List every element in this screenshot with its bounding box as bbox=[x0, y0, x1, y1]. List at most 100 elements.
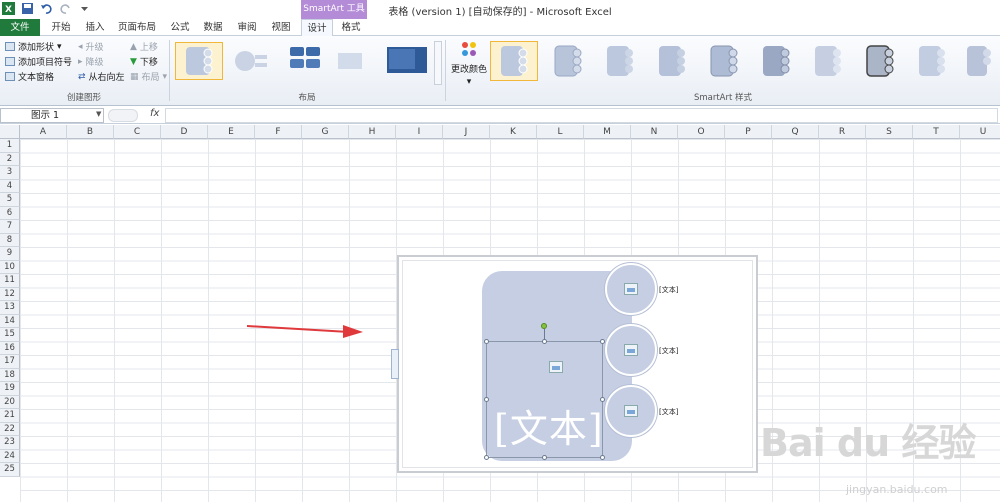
row-header[interactable]: 6 bbox=[0, 206, 20, 220]
column-header[interactable]: A bbox=[20, 125, 67, 139]
row-header[interactable]: 11 bbox=[0, 274, 20, 288]
row-header[interactable]: 14 bbox=[0, 314, 20, 328]
select-all-corner[interactable] bbox=[0, 125, 20, 139]
column-header[interactable]: S bbox=[866, 125, 913, 139]
row-header[interactable]: 3 bbox=[0, 166, 20, 180]
row-header[interactable]: 13 bbox=[0, 301, 20, 315]
layout-option-4[interactable] bbox=[331, 42, 379, 80]
row-header[interactable]: 12 bbox=[0, 287, 20, 301]
row-header[interactable]: 7 bbox=[0, 220, 20, 234]
formula-cancel-enter-controls[interactable] bbox=[108, 109, 138, 122]
tab-home[interactable]: 开始 bbox=[46, 19, 76, 36]
picture-placeholder-icon[interactable] bbox=[549, 361, 563, 373]
layout-option-5[interactable] bbox=[383, 42, 431, 80]
tab-review[interactable]: 审阅 bbox=[232, 19, 262, 36]
tab-page-layout[interactable]: 页面布局 bbox=[114, 19, 160, 36]
tab-formulas[interactable]: 公式 bbox=[165, 19, 195, 36]
layout-dropdown-button[interactable]: ▦ 布局 ▾ bbox=[130, 70, 167, 84]
column-header[interactable]: R bbox=[819, 125, 866, 139]
promote-button[interactable]: ◂ 升级 bbox=[78, 40, 104, 54]
row-header[interactable]: 18 bbox=[0, 368, 20, 382]
row-header[interactable]: 1 bbox=[0, 139, 20, 153]
column-header[interactable]: H bbox=[349, 125, 396, 139]
style-option-9[interactable] bbox=[908, 41, 956, 81]
column-header[interactable]: P bbox=[725, 125, 772, 139]
column-header[interactable]: C bbox=[114, 125, 161, 139]
smartart-circle-1[interactable] bbox=[605, 263, 657, 315]
row-header[interactable]: 25 bbox=[0, 463, 20, 477]
row-header[interactable]: 23 bbox=[0, 436, 20, 450]
picture-placeholder-icon[interactable] bbox=[624, 283, 638, 295]
rotation-handle[interactable] bbox=[541, 323, 547, 329]
column-header[interactable]: G bbox=[302, 125, 349, 139]
tab-file[interactable]: 文件 bbox=[0, 19, 40, 36]
style-option-3[interactable] bbox=[596, 41, 644, 81]
add-shape-button[interactable]: 添加形状 ▾ bbox=[5, 40, 62, 53]
column-header[interactable]: M bbox=[584, 125, 631, 139]
column-header[interactable]: L bbox=[537, 125, 584, 139]
column-header[interactable]: D bbox=[161, 125, 208, 139]
row-header[interactable]: 4 bbox=[0, 179, 20, 193]
column-header[interactable]: K bbox=[490, 125, 537, 139]
tab-view[interactable]: 视图 bbox=[266, 19, 296, 36]
column-header[interactable]: I bbox=[396, 125, 443, 139]
picture-placeholder-icon[interactable] bbox=[624, 405, 638, 417]
column-header[interactable]: N bbox=[631, 125, 678, 139]
column-header[interactable]: J bbox=[443, 125, 490, 139]
style-option-5[interactable] bbox=[700, 41, 748, 81]
bullet-text-3[interactable]: [文本] bbox=[659, 407, 678, 417]
row-header[interactable]: 16 bbox=[0, 341, 20, 355]
bullet-text-1[interactable]: [文本] bbox=[659, 285, 678, 295]
row-header[interactable]: 22 bbox=[0, 422, 20, 436]
tab-insert[interactable]: 插入 bbox=[80, 19, 110, 36]
row-header[interactable]: 17 bbox=[0, 355, 20, 369]
style-option-7[interactable] bbox=[804, 41, 852, 81]
resize-handle[interactable] bbox=[484, 397, 489, 402]
row-header[interactable]: 21 bbox=[0, 409, 20, 423]
add-bullet-button[interactable]: 添加项目符号 bbox=[5, 55, 72, 68]
style-option-8[interactable] bbox=[856, 41, 904, 81]
move-down-button[interactable]: ▼ 下移 bbox=[130, 55, 158, 69]
insert-function-icon[interactable]: fx bbox=[150, 108, 159, 119]
layouts-gallery-scroll[interactable] bbox=[434, 41, 442, 85]
layout-option-1[interactable] bbox=[175, 42, 223, 80]
main-shape-text[interactable]: [文本] bbox=[494, 398, 604, 453]
row-header[interactable]: 10 bbox=[0, 260, 20, 274]
tab-format[interactable]: 格式 bbox=[336, 19, 366, 36]
text-pane-button[interactable]: 文本窗格 bbox=[5, 70, 54, 83]
style-option-4[interactable] bbox=[648, 41, 696, 81]
move-up-button[interactable]: ▲ 上移 bbox=[130, 40, 158, 54]
column-header[interactable]: F bbox=[255, 125, 302, 139]
bullet-text-2[interactable]: [文本] bbox=[659, 346, 678, 356]
row-header[interactable]: 15 bbox=[0, 328, 20, 342]
tab-design[interactable]: 设计 bbox=[301, 19, 333, 36]
row-header[interactable]: 20 bbox=[0, 395, 20, 409]
resize-handle[interactable] bbox=[484, 455, 489, 460]
smartart-circle-2[interactable] bbox=[605, 324, 657, 376]
row-header[interactable]: 2 bbox=[0, 152, 20, 166]
resize-handle[interactable] bbox=[542, 339, 547, 344]
row-header[interactable]: 24 bbox=[0, 449, 20, 463]
layout-option-2[interactable] bbox=[228, 42, 276, 80]
formula-input[interactable] bbox=[165, 108, 998, 123]
row-header[interactable]: 9 bbox=[0, 247, 20, 261]
row-header[interactable]: 5 bbox=[0, 193, 20, 207]
smartart-circle-3[interactable] bbox=[605, 385, 657, 437]
column-header[interactable]: Q bbox=[772, 125, 819, 139]
name-box[interactable]: 图示 1 bbox=[0, 108, 104, 123]
resize-handle[interactable] bbox=[542, 455, 547, 460]
style-option-6[interactable] bbox=[752, 41, 800, 81]
demote-button[interactable]: ▸ 降级 bbox=[78, 55, 104, 69]
row-header[interactable]: 19 bbox=[0, 382, 20, 396]
column-header[interactable]: T bbox=[913, 125, 960, 139]
resize-handle[interactable] bbox=[600, 455, 605, 460]
layout-option-3[interactable] bbox=[281, 42, 329, 80]
name-box-dropdown-icon[interactable]: ▼ bbox=[96, 110, 101, 118]
style-option-2[interactable] bbox=[544, 41, 592, 81]
row-header[interactable]: 8 bbox=[0, 233, 20, 247]
column-header[interactable]: U bbox=[960, 125, 1000, 139]
change-colors-button[interactable]: 更改颜色 ▾ bbox=[450, 38, 488, 87]
column-header[interactable]: B bbox=[67, 125, 114, 139]
style-option-10[interactable] bbox=[960, 41, 996, 81]
text-pane-toggle[interactable] bbox=[391, 349, 399, 379]
